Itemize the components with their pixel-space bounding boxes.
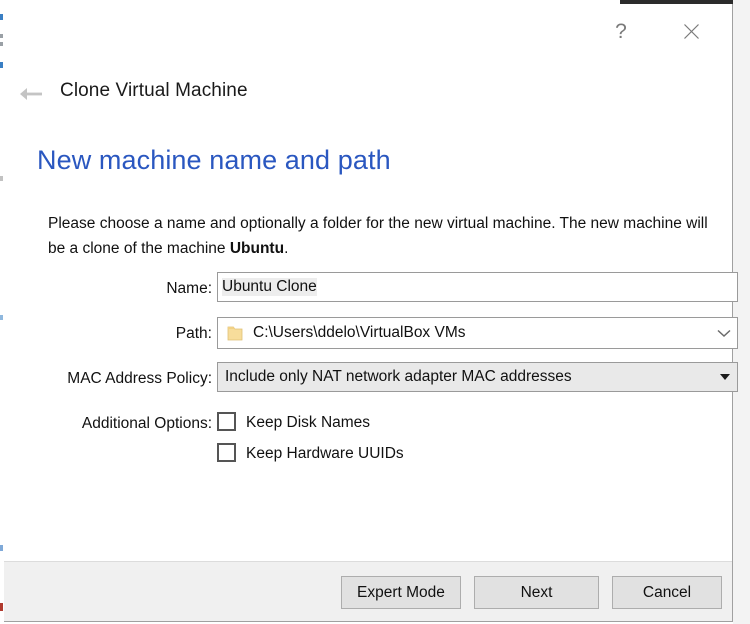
keep-hardware-uuids-checkbox[interactable]: [217, 443, 236, 462]
description-text-part2: .: [284, 240, 289, 257]
dialog-footer: Expert Mode Next Cancel: [4, 561, 732, 621]
dialog-header-row: Clone Virtual Machine: [4, 76, 732, 116]
name-input-value: Ubuntu Clone: [222, 278, 317, 296]
help-button[interactable]: ?: [598, 10, 644, 52]
dialog-titlebar: ?: [4, 4, 732, 62]
path-value: C:\Users\ddelo\VirtualBox VMs: [253, 324, 466, 341]
keep-hardware-uuids-label[interactable]: Keep Hardware UUIDs: [246, 438, 404, 469]
close-icon: [683, 23, 700, 40]
background-artifact: [0, 34, 3, 38]
name-row: Name: Ubuntu Clone: [4, 272, 738, 306]
background-artifact: [0, 545, 3, 551]
path-combobox[interactable]: C:\Users\ddelo\VirtualBox VMs: [217, 317, 738, 349]
cancel-button[interactable]: Cancel: [612, 576, 722, 609]
path-label: Path:: [175, 325, 212, 342]
chevron-down-icon[interactable]: [711, 318, 737, 348]
mac-address-policy-row: MAC Address Policy: Include only NAT net…: [4, 362, 738, 396]
back-button[interactable]: [14, 81, 50, 111]
background-artifact: [0, 62, 3, 68]
background-artifact: [0, 176, 3, 181]
keep-hardware-uuids-row: Keep Hardware UUIDs: [4, 438, 732, 469]
question-mark-icon: ?: [615, 19, 627, 43]
additional-options-label: Additional Options:: [81, 415, 212, 432]
description-machine-name: Ubuntu: [229, 240, 285, 257]
next-button[interactable]: Next: [474, 576, 599, 609]
clone-settings-form: Name: Ubuntu Clone Path: C:\Users\ddelo\…: [4, 272, 738, 469]
keep-disk-names-row: Additional Options: Keep Disk Names: [4, 407, 732, 438]
keep-disk-names-checkbox[interactable]: [217, 412, 236, 431]
dialog-title: Clone Virtual Machine: [60, 80, 248, 101]
mac-address-policy-label: MAC Address Policy:: [67, 370, 212, 387]
background-artifact: [0, 315, 3, 320]
keep-disk-names-label[interactable]: Keep Disk Names: [246, 407, 370, 438]
clone-vm-dialog: ? Clone Virtual Machine New machine name…: [4, 4, 738, 622]
folder-icon: [227, 326, 243, 341]
background-artifact: [0, 42, 3, 46]
expert-mode-button[interactable]: Expert Mode: [341, 576, 461, 609]
background-artifact: [0, 14, 3, 20]
path-row: Path: C:\Users\ddelo\VirtualBox VMs: [4, 317, 738, 351]
background-window-right-strip: [733, 0, 750, 624]
triangle-down-glyph: [720, 374, 730, 380]
mac-address-policy-value: Include only NAT network adapter MAC add…: [225, 368, 572, 385]
back-arrow-icon: [18, 86, 46, 107]
name-label: Name:: [166, 280, 212, 297]
mac-address-policy-select[interactable]: Include only NAT network adapter MAC add…: [217, 362, 738, 392]
description-text-part1: Please choose a name and optionally a fo…: [48, 215, 708, 257]
background-artifact: [0, 603, 3, 611]
page-description: Please choose a name and optionally a fo…: [48, 211, 708, 261]
chevron-down-icon[interactable]: [713, 363, 737, 391]
page-title: New machine name and path: [37, 145, 391, 175]
name-input[interactable]: Ubuntu Clone: [217, 272, 738, 302]
close-button[interactable]: [668, 10, 714, 52]
